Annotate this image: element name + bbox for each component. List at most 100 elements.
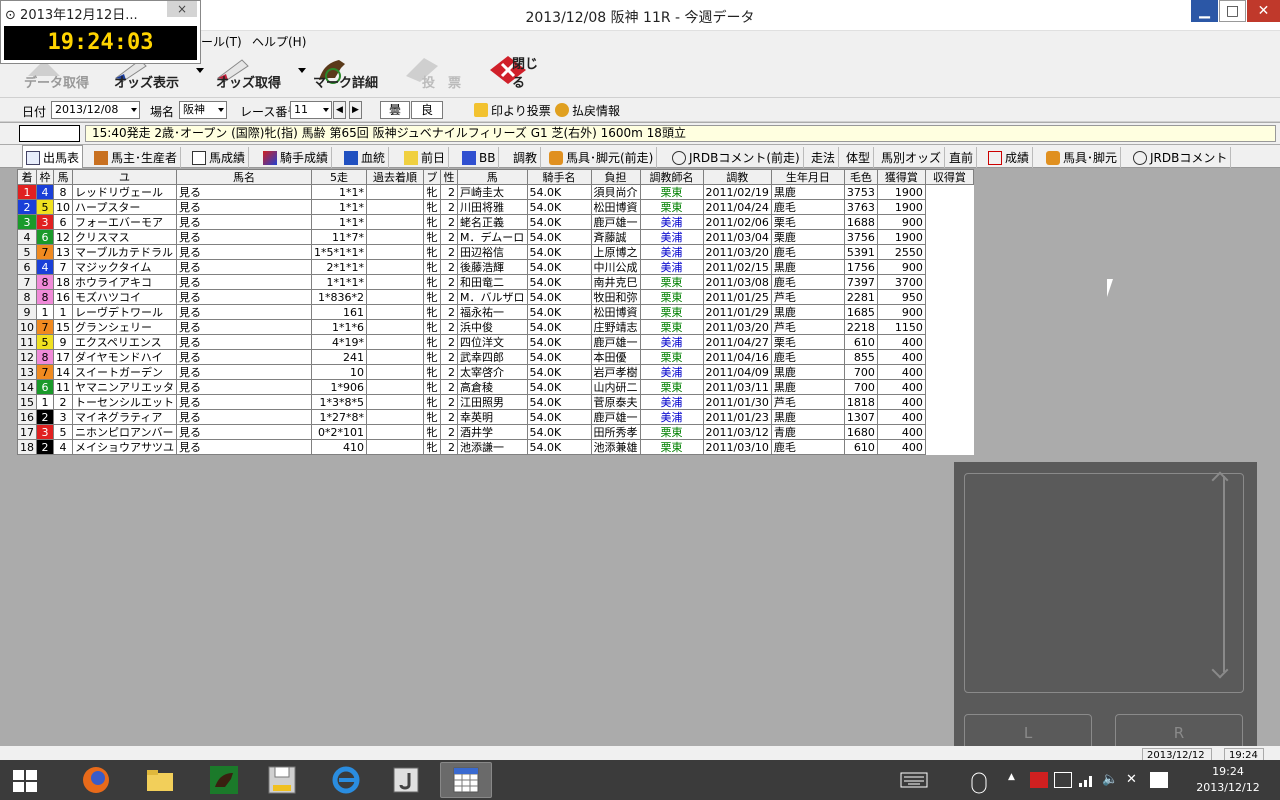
tab-horse-odds[interactable]: 馬別オッズ [878,147,946,168]
column-header[interactable]: 獲得賞 [876,169,926,185]
table-row[interactable]: 18 2 4 メイショウアサツユ 見る 410 牝 2 池添謙一 54.0K 池添兼雄 栗東 2011/… [17,439,974,455]
battery-icon[interactable] [1054,772,1072,788]
go-cell[interactable]: 見る [176,244,312,260]
table-row[interactable]: 9 1 1 レーヴデトワール 見る 161 牝 2 福永祐一 54.0K 松田博資 栗東 2011/01… [17,304,974,320]
table-row[interactable]: 14 6 11 ヤマニンアリエッタ 見る 1*906 牝 2 高倉稜 54.0K 山内研二 栗東 201… [17,379,974,395]
column-header[interactable]: 枠 [36,169,54,185]
acrobat-tray-icon[interactable] [1030,772,1048,788]
go-cell[interactable]: 見る [176,409,312,425]
menu-help[interactable]: ヘルプ(H) [252,33,306,50]
next-race-button[interactable]: ▶ [349,101,362,119]
tab-bb[interactable]: BB [459,147,500,168]
table-row[interactable]: 2 5 10 ハープスター 見る 1*1* 牝 2 川田将雅 54.0K 松田博資 栗東 2011/04… [17,199,974,215]
table-row[interactable]: 10 7 15 グランシェリー 見る 1*1*6 牝 2 浜中俊 54.0K 庄野靖志 栗東 2011/… [17,319,974,335]
column-header[interactable]: 過去着順 [366,169,424,185]
table-row[interactable]: 8 8 16 モズハツコイ 見る 1*836*2 牝 2 M．バルザロ 54.0K 牧田和弥 栗東 20… [17,289,974,305]
sync-icon[interactable]: ✕ [1126,772,1144,788]
touchpad-scrollbar[interactable] [1223,476,1225,672]
tab-results[interactable]: 成績 [985,147,1034,168]
tab-just-before[interactable]: 直前 [946,147,978,168]
mark-vote-button[interactable]: 印より投票 [474,101,551,119]
taskbar-kon-data[interactable] [440,762,492,798]
column-header[interactable]: 馬 [53,169,73,185]
clock-close-button[interactable]: × [167,1,197,17]
go-cell[interactable]: 見る [176,214,312,230]
go-cell[interactable]: 見る [176,379,312,395]
payout-button[interactable]: 払戻情報 [555,101,620,119]
taskbar-clock[interactable]: 19:24 2013/12/12 [1188,764,1268,796]
go-cell[interactable]: 見る [176,229,312,245]
start-button[interactable] [13,770,37,792]
taskbar-j-app[interactable] [380,762,432,798]
go-cell[interactable]: 見る [176,274,312,290]
keyboard-icon[interactable] [900,772,928,788]
column-header[interactable]: 負担 [590,169,641,185]
minimize-button[interactable]: ▁ [1191,0,1218,22]
go-cell[interactable]: 見る [176,364,312,380]
column-header[interactable]: 着 [17,169,37,185]
date-select[interactable]: 2013/12/08 [51,101,140,119]
volume-icon[interactable]: 🔈 [1102,772,1120,788]
close-button[interactable]: 閉じる [488,54,548,94]
venue-select[interactable]: 阪神 [179,101,227,119]
column-header[interactable]: 馬名 [176,169,312,185]
tab-pedigree[interactable]: 血統 [341,147,390,168]
vote-button[interactable]: 投 票 [402,54,472,94]
table-row[interactable]: 1 4 8 レッドリヴェール 見る 1*1* 牝 2 戸崎圭太 54.0K 須貝尚介 栗東 2011/0… [17,184,974,200]
maximize-button[interactable]: □ [1219,0,1246,22]
mark-detail-button[interactable]: マーク詳細 [313,54,393,94]
tab-jockey-results[interactable]: 騎手成績 [260,147,333,168]
go-cell[interactable]: 見る [176,349,312,365]
column-header[interactable]: 騎手名 [526,169,592,185]
go-cell[interactable]: 見る [176,259,312,275]
menu-tool[interactable]: ール(T) [201,33,242,50]
tab-training[interactable]: 調教 [510,147,542,168]
go-cell[interactable]: 見る [176,424,312,440]
table-row[interactable]: 7 8 18 ホウライアキコ 見る 1*1*1* 牝 2 和田竜二 54.0K 南井克巳 栗東 2011… [17,274,974,290]
tab-prev-day[interactable]: 前日 [401,147,450,168]
column-header[interactable]: 馬 [457,169,528,185]
column-header[interactable]: 調教師名 [639,169,704,185]
column-header[interactable]: 性 [440,169,458,185]
ime-icon[interactable] [1150,772,1168,788]
go-cell[interactable]: 見る [176,199,312,215]
column-header[interactable]: 生年月日 [770,169,845,185]
column-header[interactable]: 調教 [702,169,772,185]
taskbar-firefox[interactable] [70,762,122,798]
odds-get-button[interactable]: オッズ取得 [216,54,296,94]
virtual-touchpad[interactable]: L R [954,462,1257,762]
close-window-button[interactable]: ✕ [1247,0,1280,22]
tab-body-type[interactable]: 体型 [843,147,875,168]
taskbar-ie[interactable] [320,762,372,798]
tab-jrdb-comment[interactable]: JRDBコメント [1130,147,1232,168]
column-header[interactable]: 収得賞 [924,169,974,185]
taskbar-explorer[interactable] [134,762,186,798]
go-cell[interactable]: 見る [176,289,312,305]
table-row[interactable]: 16 2 3 マイネグラティア 見る 1*27*8* 牝 2 幸英明 54.0K 鹿戸雄一 美浦 201… [17,409,974,425]
prev-race-button[interactable]: ◀ [333,101,346,119]
touchpad-surface[interactable] [964,473,1244,693]
taskbar-jrdb[interactable] [256,762,308,798]
table-row[interactable]: 5 7 13 マーブルカテドラル 見る 1*5*1*1* 牝 2 田辺裕信 54.0K 上原博之 美浦… [17,244,974,260]
table-row[interactable]: 15 1 2 トーセンシルエット 見る 1*3*8*5 牝 2 江田照男 54.0K 菅原泰夫 美浦 2… [17,394,974,410]
odds-get-dropdown-icon[interactable] [298,68,306,73]
odds-show-dropdown-icon[interactable] [196,68,204,73]
table-row[interactable]: 6 4 7 マジックタイム 見る 2*1*1* 牝 2 後藤浩輝 54.0K 中川公成 美浦 2011/… [17,259,974,275]
go-cell[interactable]: 見る [176,439,312,455]
table-row[interactable]: 4 6 12 クリスマス 見る 11*7* 牝 2 M．デムーロ 54.0K 斉藤誠 美浦 2011/0… [17,229,974,245]
table-row[interactable]: 12 8 17 ダイヤモンドハイ 見る 241 牝 2 武幸四郎 54.0K 本田優 栗東 2011/0… [17,349,974,365]
show-hidden-icons-icon[interactable]: ▲ [1008,772,1018,788]
tab-jrdb-comment-prev[interactable]: JRDBコメント(前走) [669,147,804,168]
column-header[interactable]: ブ [423,169,441,185]
tab-shutsuba[interactable]: 出馬表 [22,145,84,169]
tab-gear[interactable]: 馬具･脚元 [1043,147,1122,168]
column-header[interactable]: 5走 [311,169,367,185]
tab-owner[interactable]: 馬主･生産者 [91,147,182,168]
tab-running-style[interactable]: 走法 [808,147,840,168]
column-header[interactable]: 毛色 [843,169,878,185]
go-cell[interactable]: 見る [176,184,312,200]
taskbar-target[interactable] [198,762,250,798]
table-row[interactable]: 17 3 5 ニホンピロアンバー 見る 0*2*101 牝 2 酒井学 54.0K 田所秀孝 栗東 20… [17,424,974,440]
go-cell[interactable]: 見る [176,319,312,335]
table-row[interactable]: 3 3 6 フォーエバーモア 見る 1*1* 牝 2 蛯名正義 54.0K 鹿戸雄一 美浦 2011/0… [17,214,974,230]
